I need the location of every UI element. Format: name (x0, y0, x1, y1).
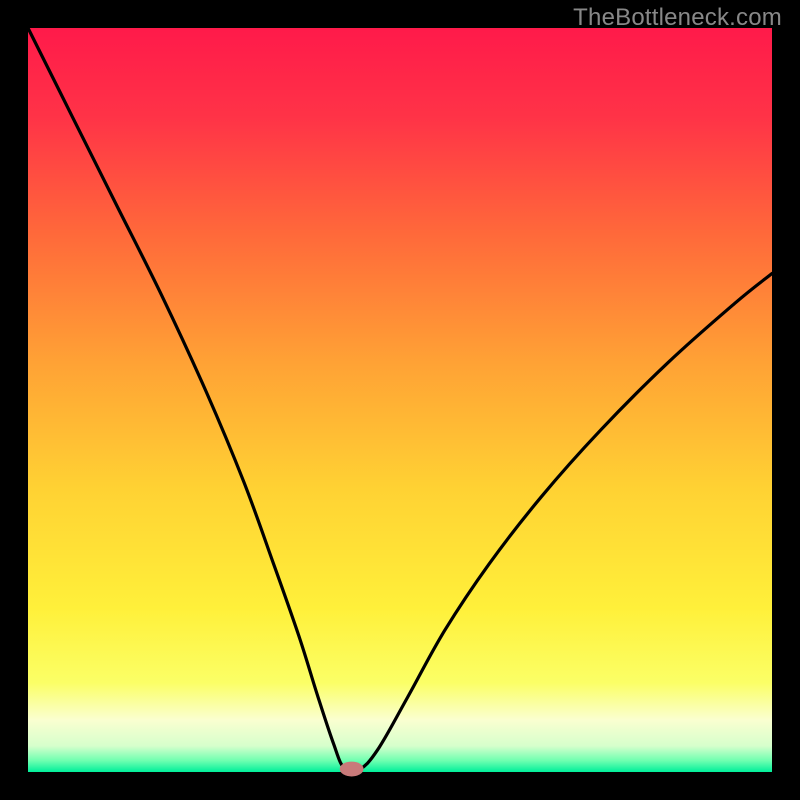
watermark-text: TheBottleneck.com (573, 4, 782, 32)
bottleneck-chart (0, 0, 800, 800)
optimal-point-marker (340, 762, 364, 777)
chart-frame: TheBottleneck.com (0, 0, 800, 800)
plot-area (28, 28, 772, 772)
